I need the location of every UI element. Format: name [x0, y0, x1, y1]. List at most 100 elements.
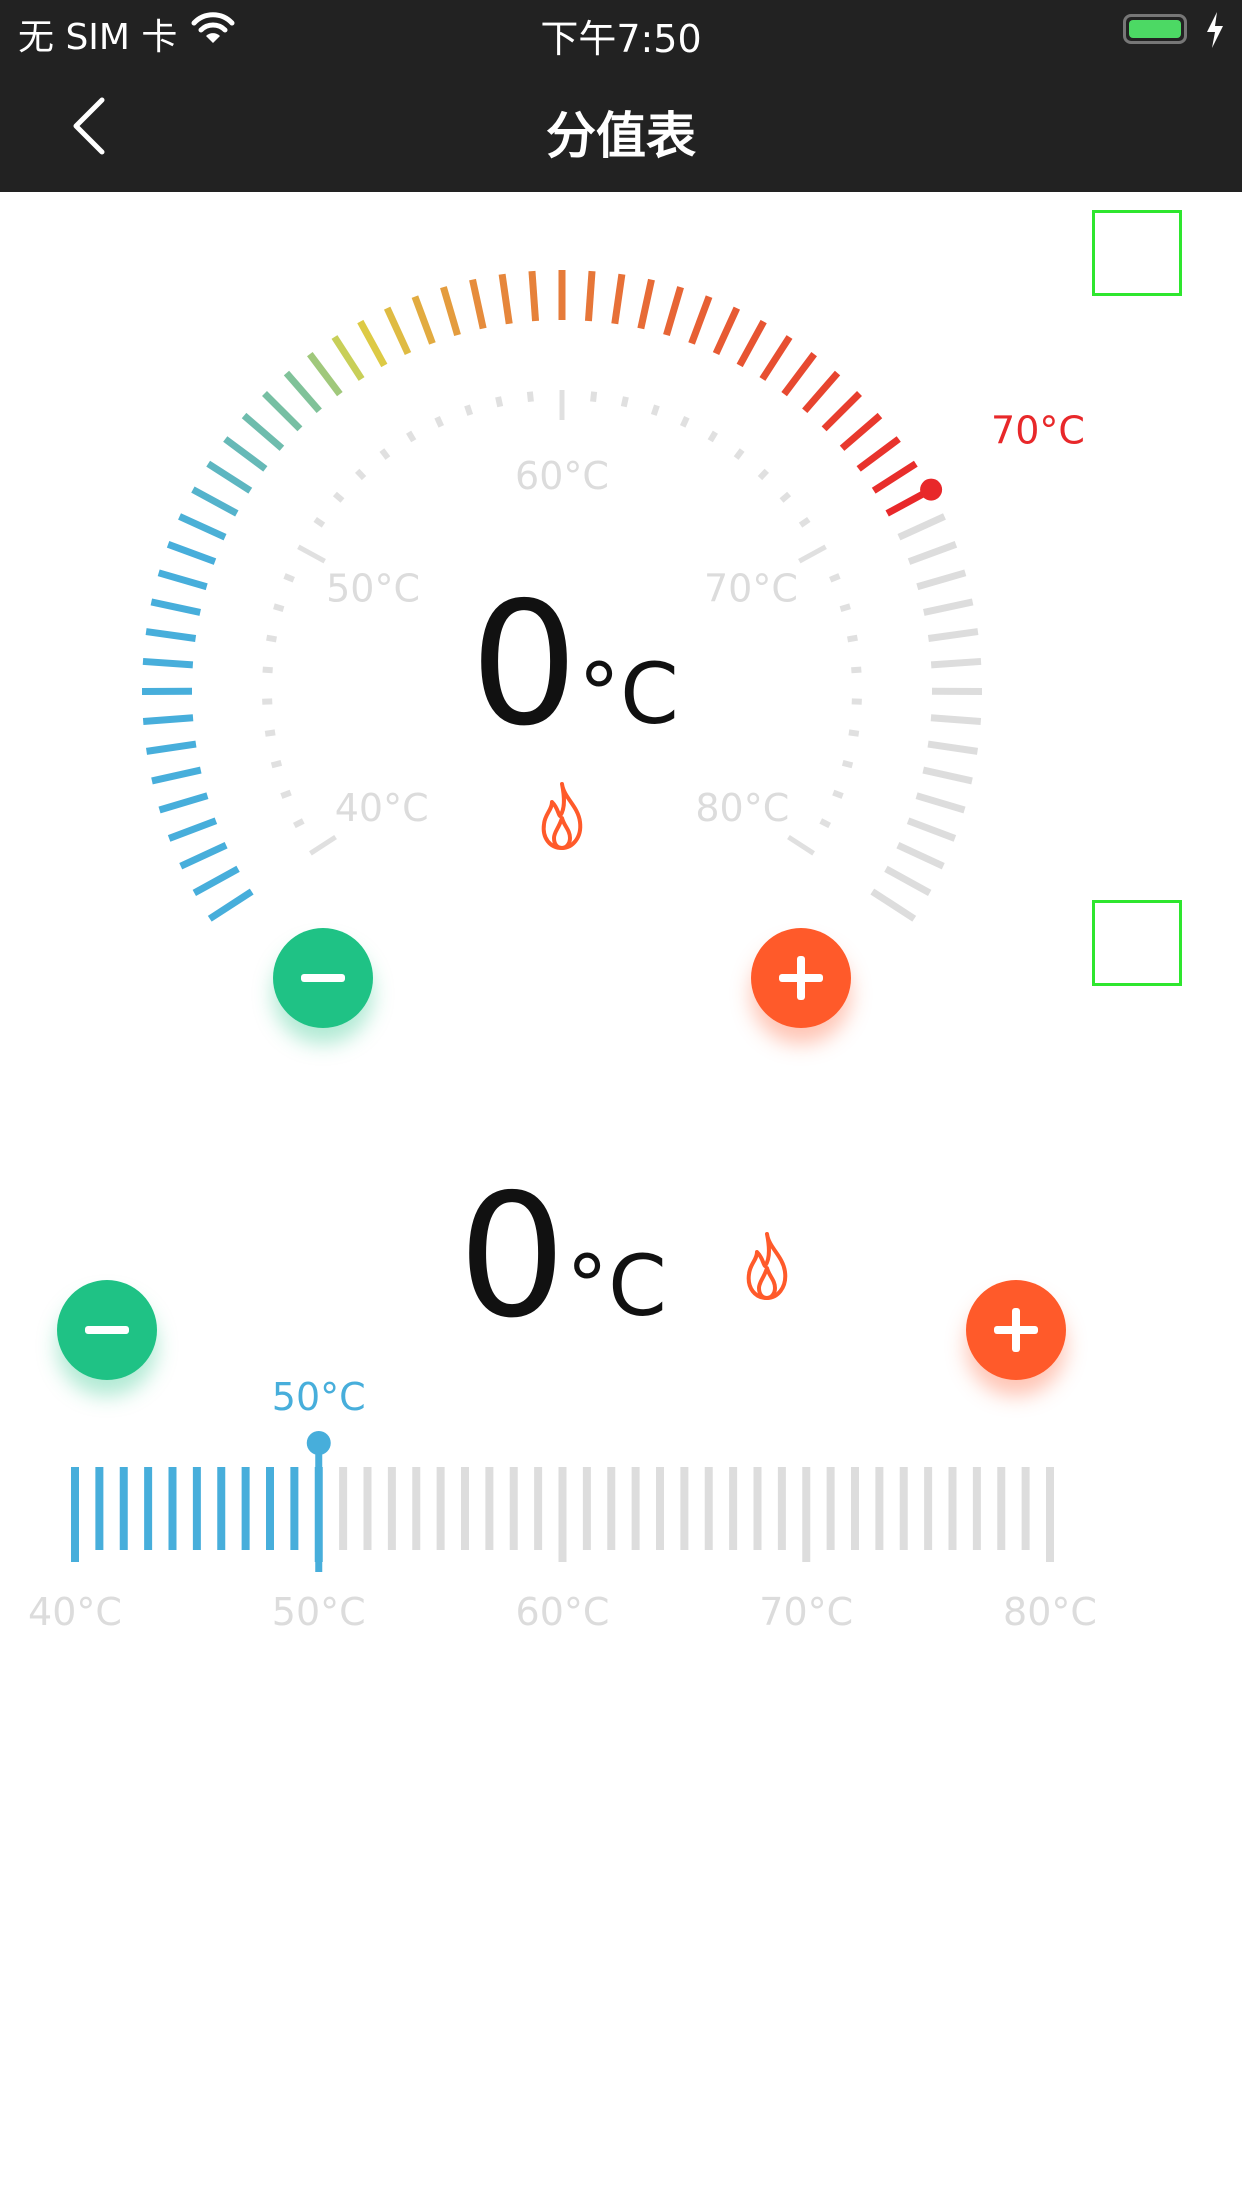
- dial-outer-tick: [907, 541, 958, 565]
- dial-outer-tick: [192, 865, 240, 897]
- dial-minor-tick: [283, 573, 295, 583]
- dial-major-tick: [798, 544, 827, 564]
- dial-outer-tick: [150, 598, 201, 616]
- dial-decrease-button[interactable]: [273, 928, 373, 1028]
- dial-minor-tick: [280, 789, 292, 799]
- dial-outer-tick: [712, 306, 741, 356]
- dial-outer-tick: [870, 888, 917, 922]
- dial-outer-tick: [241, 412, 285, 451]
- linear-setpoint-label: 50°C: [272, 1375, 366, 1419]
- dial-major-tick: [787, 834, 815, 856]
- dial-minor-tick: [273, 603, 285, 612]
- dial-setpoint-knob[interactable]: [920, 478, 943, 501]
- dial-outer-tick: [357, 319, 388, 368]
- dial-temperature-unit: °C: [578, 645, 679, 743]
- dial-outer-tick: [781, 352, 817, 397]
- dial-outer-tick: [611, 273, 626, 325]
- dial-outer-tick: [157, 569, 208, 591]
- dial-outer-tick: [759, 335, 793, 381]
- dial-outer-tick: [930, 657, 982, 669]
- dial-outer-tick: [922, 766, 973, 785]
- dial-outer-tick: [584, 270, 596, 322]
- dial-outer-tick: [223, 436, 268, 472]
- dial-minor-tick: [266, 634, 277, 643]
- dial-minor-tick: [841, 759, 854, 769]
- dial-outer-tick: [915, 792, 966, 814]
- minus-icon: [301, 974, 345, 982]
- status-time: 下午7:50: [540, 17, 702, 61]
- linear-tick-label: 80°C: [1003, 1590, 1097, 1634]
- dial-outer-tick: [637, 278, 655, 330]
- linear-temperature-value: 0: [458, 1158, 567, 1356]
- dial-minor-tick: [798, 516, 811, 528]
- dial-tick-label: 60°C: [515, 454, 609, 498]
- dial-outer-tick: [906, 817, 957, 842]
- dial-minor-tick: [847, 634, 858, 643]
- dial-outer-tick: [736, 319, 767, 368]
- linear-setpoint-knob[interactable]: [306, 1431, 331, 1455]
- dial-outer-tick: [142, 714, 194, 725]
- dial-outer-tick: [167, 817, 218, 842]
- minus-icon: [85, 1326, 129, 1334]
- dial-outer-tick: [207, 888, 254, 922]
- dial-outer-tick: [927, 740, 979, 755]
- linear-tick-label: 50°C: [272, 1590, 366, 1634]
- flame-icon: [541, 782, 583, 850]
- dial-minor-tick: [270, 759, 283, 769]
- dial-outer-tick: [142, 657, 194, 669]
- dial-minor-tick: [264, 729, 276, 737]
- dial-outer-tick: [897, 513, 946, 541]
- dial-outer-tick: [166, 541, 217, 565]
- dial-minor-tick: [707, 430, 718, 443]
- dial-outer-tick: [923, 598, 974, 616]
- dial-outer-tick: [440, 286, 461, 337]
- dial-outer-tick: [151, 766, 202, 785]
- dial-minor-tick: [832, 789, 844, 799]
- dial-outer-tick: [839, 412, 883, 451]
- dial-minor-tick: [851, 666, 862, 674]
- linear-decrease-button[interactable]: [57, 1280, 157, 1380]
- dial-outer-tick: [331, 335, 365, 381]
- linear-gauge[interactable]: 40°C 50°C 60°C 70°C 80°C 50°C: [0, 1370, 1242, 1650]
- dial-outer-tick: [178, 513, 227, 541]
- flame-icon-linear: [746, 1232, 788, 1300]
- dial-outer-tick: [145, 628, 197, 642]
- dial-minor-tick: [262, 666, 273, 674]
- linear-increase-button[interactable]: [966, 1280, 1066, 1380]
- dial-outer-tick: [916, 569, 967, 591]
- dial-minor-tick: [313, 516, 326, 528]
- dial-outer-tick: [206, 460, 253, 494]
- dial-minor-tick: [757, 468, 769, 481]
- dial-outer-tick: [896, 842, 945, 870]
- dial-minor-tick: [292, 818, 305, 829]
- dial-tick-label: 70°C: [704, 566, 798, 610]
- dial-outer-tick: [663, 286, 684, 337]
- status-bar: 无 SIM 卡 下午7:50: [0, 0, 1242, 61]
- dial-setpoint-label: 70°C: [991, 408, 1085, 452]
- dial-minor-tick: [733, 448, 745, 460]
- linear-tick-label: 60°C: [516, 1590, 610, 1634]
- dial-minor-tick: [590, 391, 598, 402]
- linear-tick-label: 70°C: [759, 1590, 853, 1634]
- dial-outer-tick: [688, 295, 713, 345]
- dial-minor-tick: [332, 491, 345, 503]
- dial-increase-button[interactable]: [751, 928, 851, 1028]
- dial-outer-tick: [179, 842, 228, 870]
- dial-minor-tick: [355, 468, 367, 481]
- dial-tick-label: 50°C: [326, 566, 420, 610]
- dial-outer-tick: [871, 460, 918, 494]
- dial-minor-tick: [679, 415, 690, 428]
- dial-outer-tick: [158, 792, 209, 814]
- dial-minor-tick: [848, 729, 860, 737]
- dial-outer-tick: [469, 278, 487, 330]
- dial-outer-tick: [884, 865, 932, 897]
- page-title: 分值表: [546, 107, 696, 165]
- dial-temperature-readout: 0°C: [470, 580, 679, 750]
- dial-outer-tick: [145, 740, 197, 755]
- dial-outer-tick: [821, 391, 862, 432]
- nav-bar: 分值表: [0, 60, 1242, 192]
- dial-outer-tick: [856, 436, 901, 472]
- dial-outer-tick: [927, 628, 979, 642]
- linear-temperature-readout: 0°C: [458, 1172, 667, 1342]
- dial-minor-tick: [620, 396, 629, 408]
